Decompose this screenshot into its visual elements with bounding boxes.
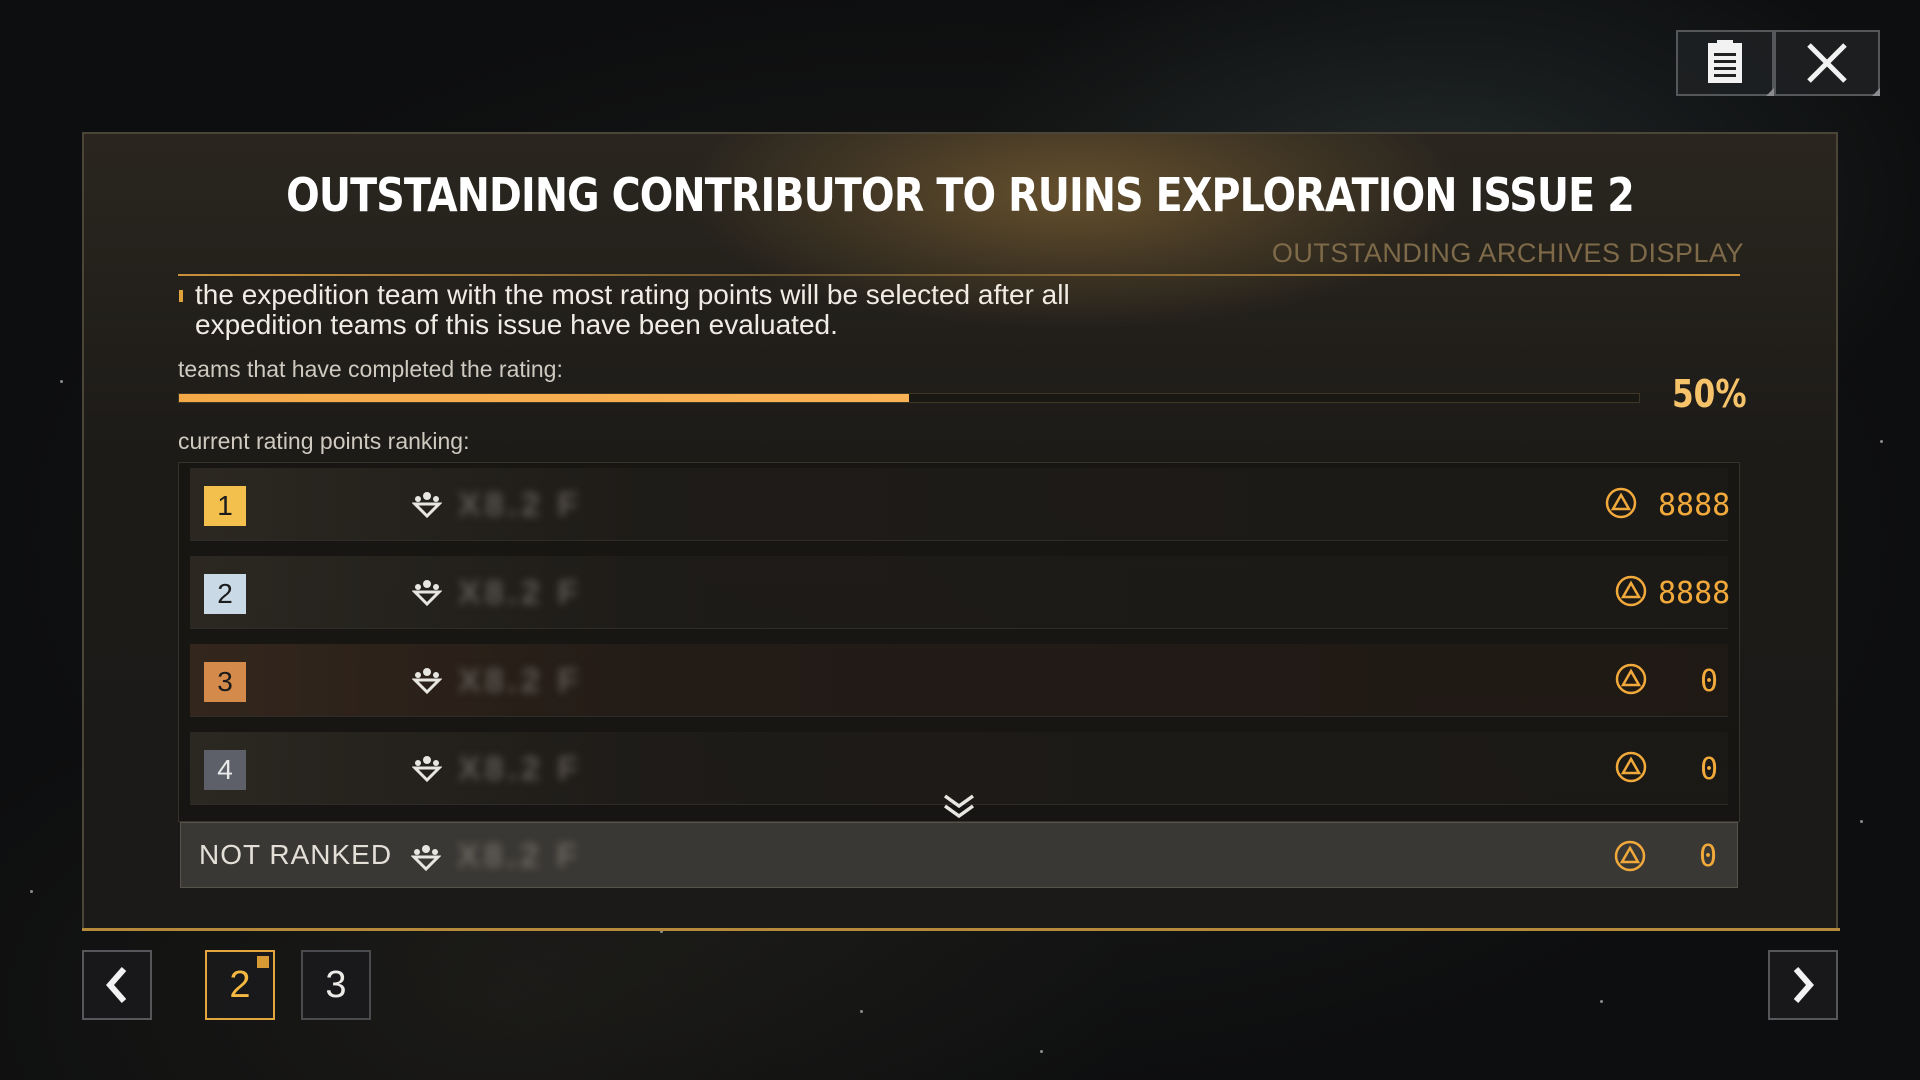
page-number: 3 (325, 963, 347, 1006)
close-button[interactable] (1774, 30, 1880, 96)
chevron-right-icon (1793, 967, 1814, 1003)
rank-badge: 3 (204, 662, 246, 702)
panel-divider (82, 928, 1840, 931)
page-number: 2 (229, 963, 251, 1006)
rating-points: 8888 (1658, 576, 1731, 611)
title-divider (178, 274, 1740, 276)
star (1860, 820, 1863, 823)
own-team-row: NOT RANKED X8.2 F 0 (180, 822, 1738, 888)
rating-points: 0 (1699, 839, 1718, 874)
rating-points: 0 (1700, 664, 1719, 699)
page-button-3[interactable]: 3 (301, 950, 371, 1020)
scroll-down-chevron-icon[interactable] (942, 792, 976, 822)
rating-points-icon (1605, 487, 1637, 519)
progress-bar (178, 393, 1640, 403)
star (60, 380, 63, 383)
star (1880, 440, 1883, 443)
ranking-row: 3 X8.2 F 0 (190, 644, 1728, 717)
star (860, 1010, 863, 1013)
rating-points-icon (1615, 663, 1647, 695)
team-icon (412, 492, 442, 518)
star (1040, 1050, 1043, 1053)
page-marker-icon (257, 956, 269, 968)
team-name: X8.2 F (458, 486, 583, 524)
ranking-row: 1 X8.2 F 8888 (190, 468, 1731, 541)
team-icon (412, 756, 442, 782)
team-name: X8.2 F (457, 837, 582, 875)
description-text: the expedition team with the most rating… (195, 279, 1070, 340)
panel-subtitle: OUTSTANDING ARCHIVES DISPLAY (1271, 238, 1744, 268)
page-title: OUTSTANDING CONTRIBUTOR TO RUINS EXPLORA… (286, 168, 1635, 222)
clipboard-icon (1708, 40, 1742, 83)
rating-points-icon (1615, 575, 1647, 607)
progress-fill (179, 394, 909, 402)
next-page-button[interactable] (1768, 950, 1838, 1020)
notes-button[interactable] (1676, 30, 1774, 96)
team-icon (412, 580, 442, 606)
description-marker (179, 290, 183, 302)
rating-points: 0 (1700, 752, 1719, 787)
not-ranked-label: NOT RANKED (199, 839, 393, 870)
team-name: X8.2 F (458, 574, 583, 612)
close-icon (1807, 43, 1847, 83)
rating-points: 8888 (1658, 488, 1731, 523)
rating-points-icon (1615, 751, 1647, 783)
ranking-label: current rating points ranking: (178, 428, 470, 454)
team-icon (412, 668, 442, 694)
progress-percent: 50% (1672, 372, 1747, 416)
team-name: X8.2 F (458, 662, 583, 700)
star (1600, 1000, 1603, 1003)
rating-points-icon (1614, 840, 1646, 872)
progress-label: teams that have completed the rating: (178, 356, 563, 382)
team-name: X8.2 F (458, 750, 583, 788)
page-button-2[interactable]: 2 (205, 950, 275, 1020)
previous-page-button[interactable] (82, 950, 152, 1020)
rank-badge: 2 (204, 574, 246, 614)
star (30, 890, 33, 893)
chevron-left-icon (106, 967, 127, 1003)
team-icon (411, 845, 441, 871)
rank-badge: 4 (204, 750, 246, 790)
rank-badge: 1 (204, 486, 246, 526)
ranking-row: 2 X8.2 F 8888 (190, 556, 1731, 629)
